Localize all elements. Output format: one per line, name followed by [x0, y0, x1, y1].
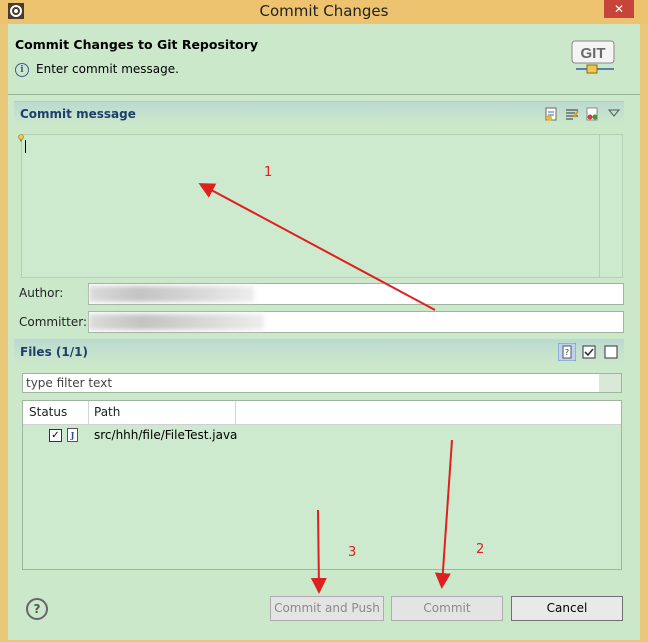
text-caret [25, 140, 26, 153]
deselect-all-icon[interactable] [602, 343, 620, 361]
show-untracked-icon[interactable]: ? [558, 343, 576, 361]
commit-message-header: Commit message [14, 102, 624, 124]
file-checkbox[interactable]: ✓ [49, 429, 62, 442]
view-menu-dropdown-icon[interactable] [606, 106, 622, 122]
dialog-message: Enter commit message. [36, 62, 179, 76]
header-separator [8, 94, 640, 95]
file-path: src/hhh/file/FileTest.java [94, 428, 238, 442]
close-button[interactable]: ✕ [604, 0, 634, 18]
column-path[interactable]: Path [94, 405, 120, 419]
cancel-button[interactable]: Cancel [511, 596, 623, 621]
select-all-icon[interactable] [580, 343, 598, 361]
help-button[interactable]: ? [26, 598, 48, 620]
files-toolbar: ? [558, 343, 620, 361]
add-signed-off-icon[interactable] [585, 106, 601, 122]
author-input[interactable] [88, 283, 624, 305]
commit-dialog: Commit Changes to Git Repository i Enter… [8, 24, 640, 640]
column-divider[interactable] [88, 401, 89, 424]
files-section: Files (1/1) ? type filter text Status Pa… [14, 339, 624, 570]
message-vertical-ruler [599, 135, 600, 277]
window-title: Commit Changes [259, 2, 389, 20]
commit-and-push-button[interactable]: Commit and Push [270, 596, 384, 621]
table-row[interactable]: ✓ J src/hhh/file/FileTest.java [23, 425, 621, 445]
spell-check-icon[interactable] [543, 106, 559, 122]
content-assist-lightbulb-icon [18, 134, 24, 142]
files-title: Files (1/1) [20, 345, 88, 359]
format-icon[interactable] [564, 106, 580, 122]
commit-message-toolbar [543, 106, 622, 122]
svg-text:?: ? [565, 348, 569, 357]
java-file-icon: J [67, 428, 78, 442]
file-filter-input[interactable]: type filter text [22, 373, 622, 393]
annotation-label-2: 2 [476, 542, 485, 557]
files-table: Status Path ✓ J src/hhh/file/FileTest.ja… [22, 400, 622, 570]
committer-input[interactable] [88, 311, 624, 333]
annotation-label-3: 3 [348, 545, 357, 560]
committer-redacted [89, 314, 264, 330]
dialog-heading: Commit Changes to Git Repository [15, 37, 259, 52]
annotation-label-1: 1 [264, 165, 273, 180]
git-logo: GIT [571, 40, 615, 74]
commit-message-title: Commit message [20, 107, 136, 121]
author-label: Author: [19, 286, 64, 300]
info-icon: i [15, 63, 29, 77]
commit-button[interactable]: Commit [391, 596, 503, 621]
author-redacted [89, 286, 254, 302]
filter-placeholder: type filter text [26, 376, 113, 390]
committer-label: Committer: [19, 315, 87, 329]
filter-clear-button[interactable] [599, 374, 621, 392]
files-header: Files (1/1) ? [14, 339, 624, 364]
title-bar: Commit Changes ✕ [0, 0, 648, 24]
column-status[interactable]: Status [29, 405, 67, 419]
git-logo-text: GIT [581, 45, 606, 62]
files-table-header: Status Path [23, 401, 621, 425]
column-divider[interactable] [235, 401, 236, 424]
commit-message-input[interactable] [18, 134, 623, 278]
commit-message-section: Commit message Author: Committer: [14, 101, 624, 339]
